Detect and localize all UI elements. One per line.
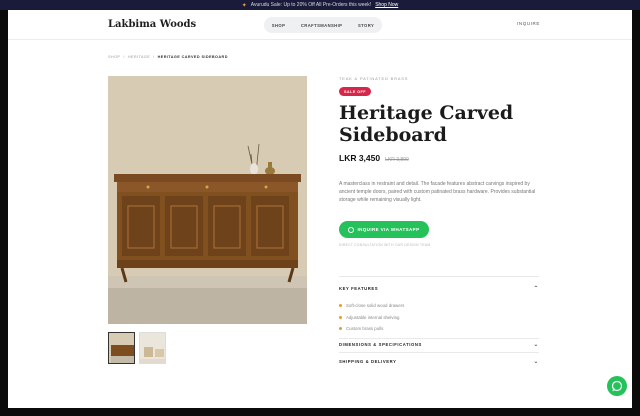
bullet-icon [339, 327, 342, 331]
thumbnail-list [108, 332, 166, 364]
list-item: Custom brass pulls [339, 323, 404, 335]
accordion-title: DIMENSIONS & SPECIFICATIONS [339, 342, 422, 347]
thumbnail-sideboard[interactable] [108, 332, 135, 364]
promo-text: Avurudu Sale: Up to 20% Off All Pre-Orde… [250, 2, 372, 8]
breadcrumb-separator: / [123, 55, 125, 59]
gift-icon: ✦ [241, 2, 247, 9]
whatsapp-icon [611, 380, 623, 392]
whatsapp-icon [348, 226, 355, 233]
thumbnail-room[interactable] [139, 332, 166, 364]
header-inquire-link[interactable]: INQUIRE [517, 21, 540, 26]
product-category: TEAK & PATINATED BRASS [339, 76, 409, 81]
feature-text: Soft-close solid wood drawers [346, 303, 405, 309]
product-description: A masterclass in restraint and detail. T… [339, 181, 536, 204]
divider [339, 352, 539, 353]
feature-text: Custom brass pulls [346, 326, 384, 332]
chevron-down-icon: ⌄ [533, 359, 539, 365]
feature-list: Soft-close solid wood drawers Adjustable… [339, 300, 404, 335]
accordion-shipping[interactable]: SHIPPING & DELIVERY ⌄ [339, 358, 539, 365]
nav-story[interactable]: STORY [358, 23, 374, 28]
breadcrumb-separator: / [153, 55, 155, 59]
nav-shop[interactable]: SHOP [272, 23, 285, 28]
floating-whatsapp-button[interactable] [607, 376, 627, 396]
whatsapp-inquire-button[interactable]: INQUIRE VIA WHATSAPP [339, 221, 429, 238]
sideboard-photo [108, 76, 307, 324]
cta-note: DIRECT CONSULTATION WITH OUR DESIGN TEAM [339, 243, 431, 247]
accordion-dimensions[interactable]: DIMENSIONS & SPECIFICATIONS ⌄ [339, 341, 539, 348]
price-block: LKR 3,450 LKR 3,800 [339, 153, 409, 163]
bullet-icon [339, 315, 342, 319]
main-nav: SHOP CRAFTSMANSHIP STORY [264, 17, 382, 33]
current-price: LKR 3,450 [339, 153, 381, 163]
product-main-image[interactable] [108, 76, 307, 324]
chevron-down-icon: ⌄ [533, 342, 539, 348]
divider [339, 338, 539, 339]
bullet-icon [339, 304, 342, 308]
feature-text: Adjustable internal shelving [346, 314, 400, 320]
original-price: LKR 3,800 [385, 157, 409, 163]
list-item: Adjustable internal shelving [339, 312, 404, 324]
product-title: Heritage Carved Sideboard [339, 102, 514, 146]
sale-badge: SALE OFF [339, 87, 371, 96]
breadcrumb: SHOP / HERITAGE / HERITAGE CARVED SIDEBO… [108, 55, 228, 59]
breadcrumb-heritage[interactable]: HERITAGE [128, 55, 150, 59]
whatsapp-button-label: INQUIRE VIA WHATSAPP [357, 227, 420, 232]
accordion-title: KEY FEATURES [339, 286, 379, 291]
site-header: Lakbima Woods SHOP CRAFTSMANSHIP STORY I… [8, 10, 632, 40]
site-logo[interactable]: Lakbima Woods [108, 19, 196, 30]
divider [339, 276, 539, 277]
accordion-key-features[interactable]: KEY FEATURES ⌃ [339, 285, 539, 292]
breadcrumb-current: HERITAGE CARVED SIDEBOARD [157, 55, 228, 59]
promo-shop-now-link[interactable]: Shop Now [375, 2, 398, 8]
accordion-title: SHIPPING & DELIVERY [339, 359, 397, 364]
breadcrumb-shop[interactable]: SHOP [108, 55, 120, 59]
list-item: Soft-close solid wood drawers [339, 300, 404, 312]
promo-bar: ✦ Avurudu Sale: Up to 20% Off All Pre-Or… [0, 0, 640, 10]
chevron-up-icon: ⌃ [533, 286, 539, 292]
page-frame: Lakbima Woods SHOP CRAFTSMANSHIP STORY I… [8, 10, 632, 408]
nav-craftsmanship[interactable]: CRAFTSMANSHIP [301, 23, 343, 28]
